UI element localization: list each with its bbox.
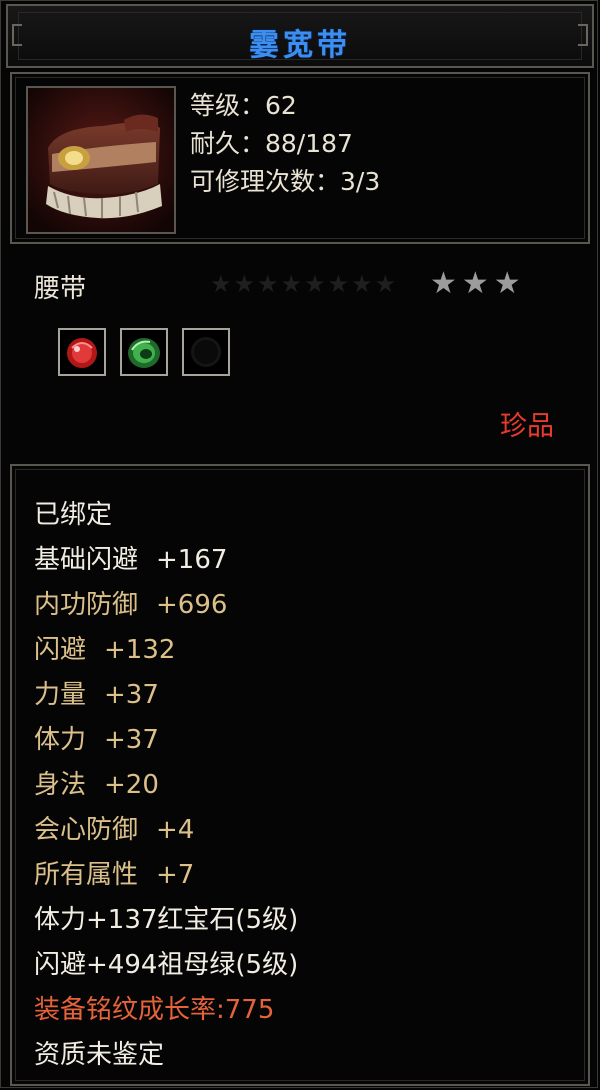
- title-bar: 霎宽带: [6, 4, 594, 68]
- item-info-box: 等级：62 耐久：88/187 可修理次数：3/3: [10, 72, 590, 244]
- growth-rate: 装备铭纹成长率:775: [34, 995, 275, 1025]
- attr-value: +37: [104, 725, 159, 755]
- attr-value: +7: [156, 860, 195, 890]
- attr-all-attributes: 所有属性 +7: [34, 854, 194, 891]
- attr-base-dodge: 基础闪避 +167: [34, 539, 227, 576]
- attr-value: +4: [156, 815, 195, 845]
- attr-label: 身法: [34, 770, 87, 800]
- attr-label: 基础闪避: [34, 545, 139, 575]
- emerald-icon: [128, 338, 160, 368]
- empty-star-track: ★★★★★★★★: [210, 270, 399, 298]
- attr-value: +167: [156, 545, 228, 575]
- attr-inner-defense: 内功防御 +696: [34, 584, 227, 621]
- bound-status: 已绑定: [34, 500, 113, 530]
- attr-label: 闪避: [34, 635, 87, 665]
- item-type: 腰带: [34, 274, 87, 304]
- gem-bonus-ruby: 体力+137红宝石(5级): [34, 905, 299, 935]
- attr-value: +20: [104, 770, 159, 800]
- attr-dodge: 闪避 +132: [34, 629, 175, 666]
- attr-label: 力量: [34, 680, 87, 710]
- item-durability: 耐久：88/187: [190, 129, 353, 158]
- item-repair-count: 可修理次数：3/3: [190, 167, 381, 196]
- attr-value: +696: [156, 590, 228, 620]
- attr-label: 体力: [34, 725, 87, 755]
- attr-value: +132: [104, 635, 176, 665]
- gem-slot-emerald[interactable]: [120, 328, 168, 376]
- ruby-icon: [67, 338, 97, 368]
- star-rating: ★★★: [430, 266, 526, 301]
- attr-agility: 身法 +20: [34, 764, 159, 801]
- gem-slot-ruby[interactable]: [58, 328, 106, 376]
- attr-label: 内功防御: [34, 590, 139, 620]
- gem-slot-empty[interactable]: [182, 328, 230, 376]
- attr-label: 所有属性: [34, 860, 139, 890]
- item-name: 霎宽带: [249, 28, 351, 63]
- gem-bonus-emerald: 闪避+494祖母绿(5级): [34, 950, 299, 980]
- aptitude-status: 资质未鉴定: [34, 1040, 165, 1070]
- attr-strength: 力量 +37: [34, 674, 159, 711]
- attr-value: +37: [104, 680, 159, 710]
- attr-stamina: 体力 +37: [34, 719, 159, 756]
- attr-label: 会心防御: [34, 815, 139, 845]
- attr-crit-defense: 会心防御 +4: [34, 809, 194, 846]
- rarity-label: 珍品: [500, 411, 554, 442]
- empty-socket-icon: [191, 337, 221, 367]
- item-level: 等级：62: [190, 91, 297, 120]
- belt-item-icon[interactable]: [26, 86, 176, 234]
